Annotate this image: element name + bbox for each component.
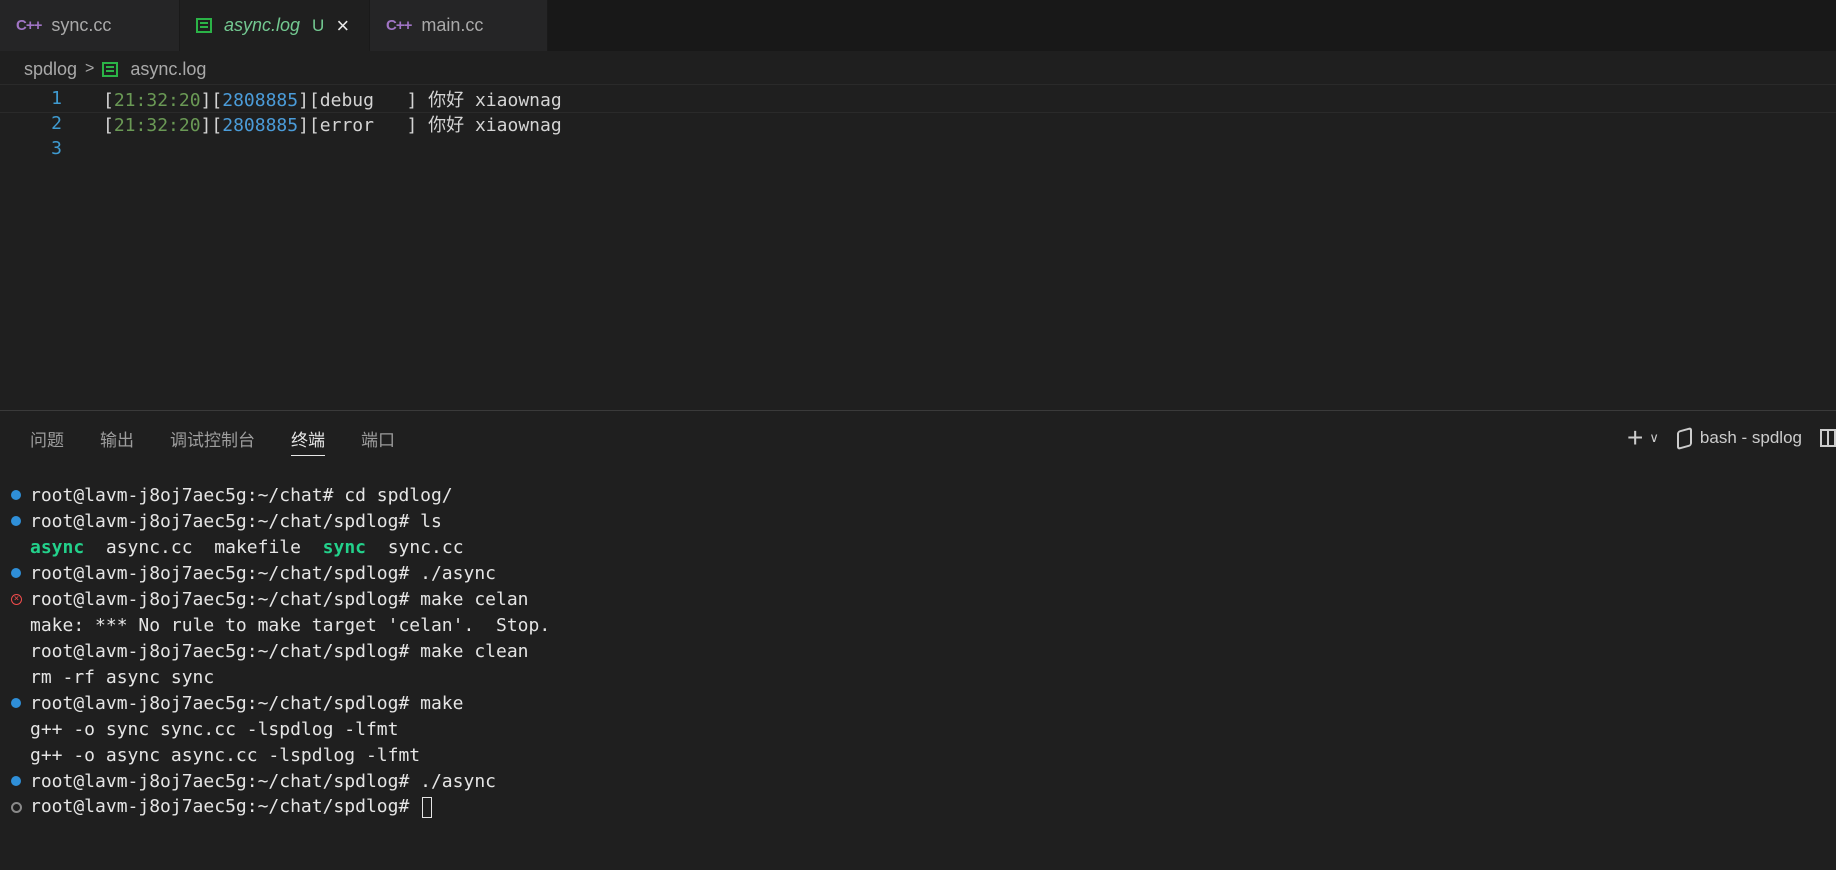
command-success-icon[interactable]: [11, 698, 21, 708]
ls-entry-executable: sync: [322, 536, 367, 558]
ls-entry-executable: async: [30, 536, 85, 558]
line-content: [21:32:20][2808885][debug ] 你好 xiaownag: [103, 89, 562, 111]
editor-tab-bar: C++ sync.cc async.log U × C++ main.cc: [0, 0, 1836, 51]
tab-main-cc[interactable]: C++ main.cc: [370, 0, 548, 51]
cpp-file-icon: C++: [386, 17, 412, 34]
command-success-icon[interactable]: [11, 490, 21, 500]
close-icon[interactable]: ×: [336, 14, 349, 37]
cpp-file-icon: C++: [16, 17, 42, 34]
panel-divider[interactable]: [0, 410, 1836, 411]
ls-entry: sync.cc: [387, 536, 464, 558]
terminal-icon: [1676, 426, 1692, 450]
timestamp: 21:32:20: [113, 89, 201, 111]
line-number: 3: [51, 138, 62, 159]
command-pending-icon[interactable]: [11, 801, 22, 813]
tab-label: main.cc: [421, 15, 484, 35]
thread-id: 2808885: [222, 114, 299, 136]
line-number: 1: [51, 88, 62, 109]
chevron-down-icon[interactable]: ∨: [1649, 430, 1659, 446]
log-file-icon: [196, 18, 212, 33]
command-success-icon[interactable]: [11, 568, 21, 578]
tab-output[interactable]: 输出: [100, 426, 134, 456]
plus-icon[interactable]: +: [1627, 424, 1643, 452]
line-content: [21:32:20][2808885][error ] 你好 xiaownag: [103, 114, 562, 136]
split-terminal-icon[interactable]: [1820, 429, 1836, 447]
ls-entry: async.cc: [105, 536, 193, 558]
tab-problems[interactable]: 问题: [30, 426, 64, 456]
log-file-icon: [102, 61, 119, 77]
editor-area[interactable]: 1 [21:32:20][2808885][debug ] 你好 xiaowna…: [0, 84, 1836, 410]
tab-terminal[interactable]: 终端: [291, 426, 325, 456]
breadcrumb-folder[interactable]: spdlog: [24, 59, 77, 80]
line-number: 2: [51, 113, 62, 134]
terminal-name[interactable]: bash - spdlog: [1700, 428, 1802, 448]
ls-entry: makefile: [214, 536, 301, 558]
command-success-icon[interactable]: [11, 516, 21, 526]
command-success-icon[interactable]: [11, 776, 21, 786]
tab-debug-console[interactable]: 调试控制台: [170, 426, 255, 456]
breadcrumb-file[interactable]: async.log: [130, 59, 206, 80]
untracked-badge: U: [312, 15, 325, 35]
timestamp: 21:32:20: [113, 114, 201, 136]
thread-id: 2808885: [222, 89, 299, 111]
chevron-right-icon: >: [85, 60, 95, 77]
breadcrumb: spdlog > async.log: [24, 55, 206, 83]
command-error-icon[interactable]: ×: [11, 593, 22, 605]
panel-actions: + ∨ bash - spdlog: [1627, 424, 1836, 452]
tab-ports[interactable]: 端口: [361, 426, 395, 456]
terminal-prompt: root@lavm-j8oj7aec5g:~/chat/spdlog#: [30, 796, 421, 818]
editor-line[interactable]: 3: [0, 134, 1836, 163]
tab-async-log[interactable]: async.log U ×: [180, 0, 370, 51]
tab-label: sync.cc: [51, 15, 112, 35]
tab-label: async.log: [224, 15, 301, 35]
panel-tab-bar: 问题 输出 调试控制台 终端 端口: [30, 426, 431, 456]
terminal-cursor[interactable]: [422, 796, 433, 818]
tab-sync-cc[interactable]: C++ sync.cc: [0, 0, 180, 51]
